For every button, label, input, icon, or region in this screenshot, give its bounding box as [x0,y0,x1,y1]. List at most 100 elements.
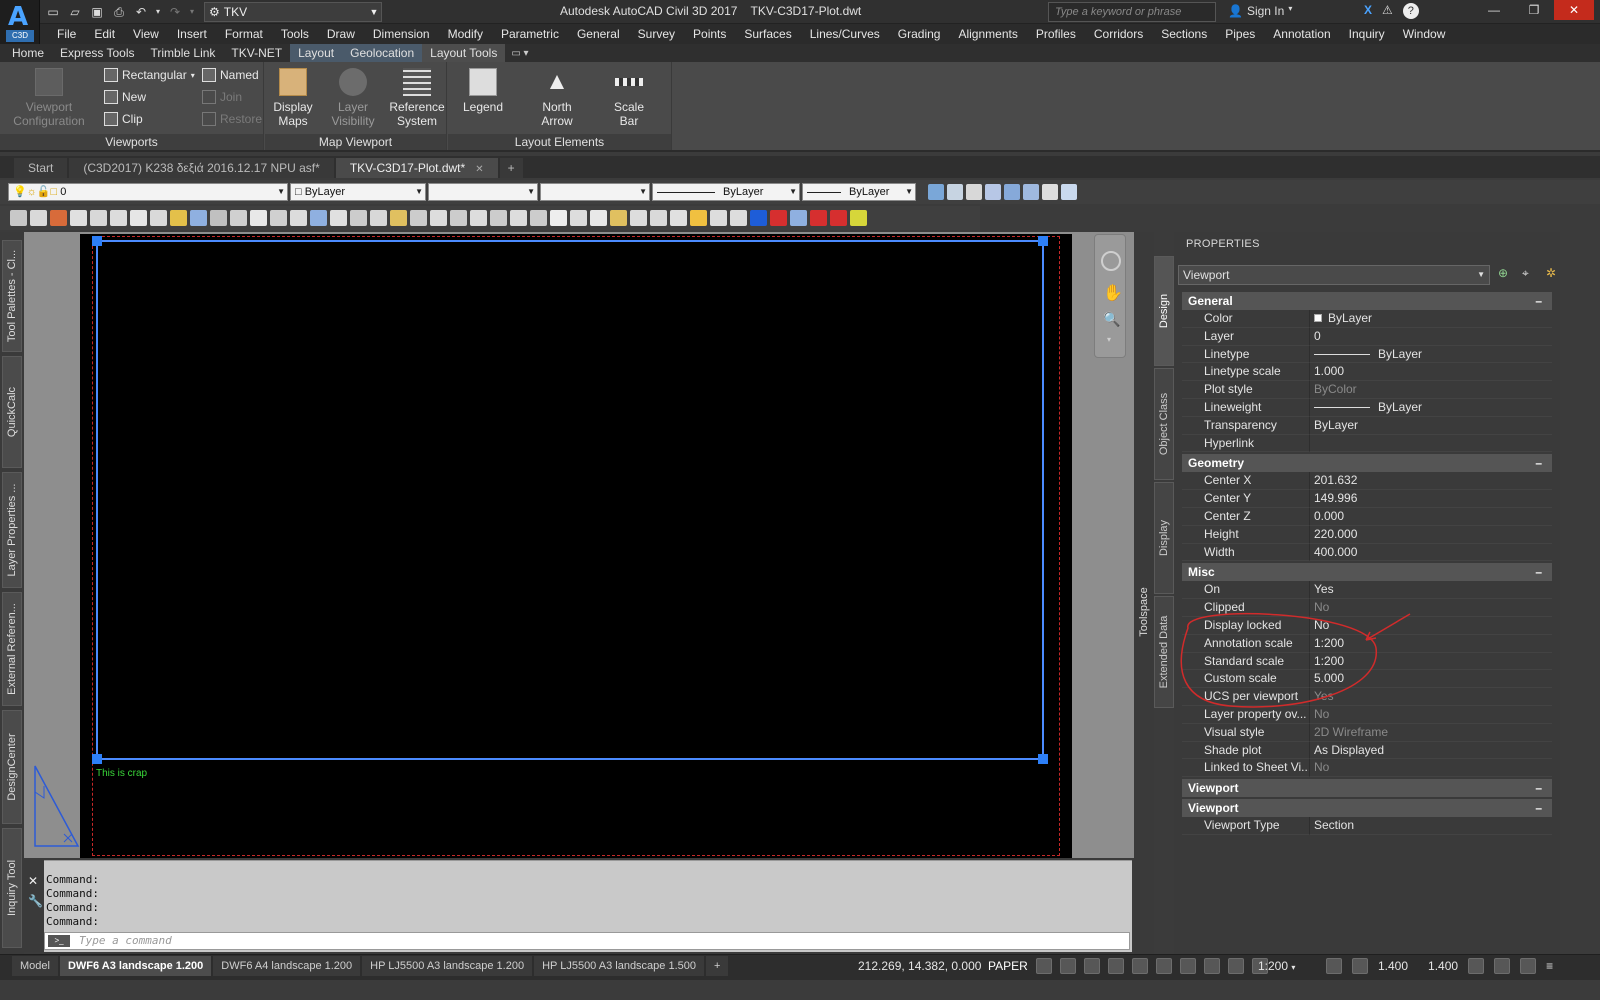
layout-tab[interactable]: HP LJ5500 A3 landscape 1.500 [534,956,704,976]
menu-item-draw[interactable]: Draw [318,27,364,41]
palette-tab-tool-palettes[interactable]: Tool Palettes - Cl... [2,240,22,352]
layer-tool-icon[interactable] [966,184,982,200]
select-objects-icon[interactable]: ⌖ [1522,266,1538,282]
draw-tool-icon[interactable] [250,210,267,226]
property-value[interactable]: ByLayer [1310,399,1552,417]
menu-item-grading[interactable]: Grading [889,27,950,41]
tab-display[interactable]: Display [1154,482,1174,594]
layer-tool-icon[interactable] [1061,184,1077,200]
draw-tool-icon[interactable] [190,210,207,226]
restore-icon[interactable]: ❐ [1514,0,1554,20]
property-row[interactable]: Plot style ByColor [1182,381,1552,399]
draw-tool-icon[interactable] [530,210,547,226]
layer-tool-icon[interactable] [1023,184,1039,200]
layer-tool-icon[interactable] [1004,184,1020,200]
menu-item-window[interactable]: Window [1394,27,1455,41]
property-row[interactable]: Height 220.000 [1182,525,1552,544]
plot-style-combo[interactable]: ▼ [428,183,538,201]
tab-object-class[interactable]: Object Class [1154,368,1174,480]
menu-item-surfaces[interactable]: Surfaces [735,27,800,41]
menu-item-tools[interactable]: Tools [272,27,318,41]
draw-tool-icon[interactable] [690,210,707,226]
property-value[interactable]: 0.000 [1310,508,1552,526]
help-icon[interactable]: ? [1402,3,1419,19]
layout-tab[interactable]: DWF6 A4 landscape 1.200 [213,956,361,976]
ribbon-tab-layout[interactable]: Layout [290,44,343,62]
menu-item-lines-curves[interactable]: Lines/Curves [801,27,889,41]
collapse-icon[interactable]: – [1535,292,1542,310]
chevron-down-icon[interactable]: ▾ [1107,335,1111,344]
new-icon[interactable]: ▭ [44,3,62,21]
property-row[interactable]: Center Z 0.000 [1182,507,1552,526]
zoom-icon[interactable]: 🔍 [1103,311,1120,328]
viewport-grip[interactable] [1038,754,1048,764]
display-maps-button[interactable]: Display Maps [269,68,317,128]
property-value[interactable]: 201.632 [1310,472,1552,491]
layer-tool-icon[interactable] [1042,184,1058,200]
layer-visibility-button[interactable]: Layer Visibility [327,68,379,128]
draw-tool-icon[interactable] [370,210,387,226]
draw-tool-icon[interactable] [270,210,287,226]
draw-tool-icon[interactable] [290,210,307,226]
property-category-geometry[interactable]: Geometry – [1182,454,1552,473]
menu-item-insert[interactable]: Insert [168,27,216,41]
layer-tool-icon[interactable] [928,184,944,200]
property-row[interactable]: Hyperlink [1182,434,1552,453]
collapse-icon[interactable]: – [1535,563,1542,581]
customize-icon[interactable]: 🔧 [28,894,43,908]
grid-toggle-icon[interactable] [1036,958,1052,974]
draw-tool-icon[interactable] [510,210,527,226]
polar-toggle-icon[interactable] [1108,958,1124,974]
viewport-grip[interactable] [92,236,102,246]
open-icon[interactable]: ▱ [66,3,84,21]
property-value[interactable]: ByLayer [1310,417,1552,435]
workspace-switcher[interactable]: ⚙ TKV ▼ [204,2,382,22]
property-category-viewport1[interactable]: Viewport – [1182,779,1552,798]
snap-toggle-icon[interactable] [1060,958,1076,974]
property-row[interactable]: Linetype ByLayer [1182,345,1552,364]
palette-tab-designcenter[interactable]: DesignCenter [2,710,22,824]
draw-tool-icon[interactable] [350,210,367,226]
redo-dropdown-icon[interactable]: ▾ [188,3,196,21]
draw-tool-icon[interactable] [810,210,827,226]
property-value[interactable]: Section [1310,817,1552,835]
draw-tool-icon[interactable] [630,210,647,226]
menu-item-annotation[interactable]: Annotation [1264,27,1339,41]
property-value[interactable]: 149.996 [1310,490,1552,508]
viewport-scale-button[interactable]: 1:200 ▾ [1258,959,1295,973]
draw-tool-icon[interactable] [410,210,427,226]
property-category-misc[interactable]: Misc – [1182,563,1552,582]
restore-viewports-button[interactable]: Restore [202,112,262,126]
pan-icon[interactable]: ✋ [1103,283,1123,303]
command-input[interactable]: Type a command [44,932,1130,950]
redo-icon[interactable]: ↷ [166,3,184,21]
palette-tab-external-references[interactable]: External Referen... [2,592,22,706]
menu-item-view[interactable]: View [124,27,168,41]
draw-tool-icon[interactable] [710,210,727,226]
command-prompt-icon[interactable]: >_ [48,935,70,947]
close-icon[interactable]: ✕ [28,874,38,888]
menu-item-parametric[interactable]: Parametric [492,27,568,41]
color-combo[interactable]: □ ByLayer ▼ [290,183,426,201]
extra-combo[interactable]: ▼ [540,183,650,201]
menu-item-format[interactable]: Format [216,27,272,41]
ribbon-minimize-icon[interactable]: ▭ ▾ [511,48,528,59]
menu-item-general[interactable]: General [568,27,629,41]
property-value[interactable]: ByColor [1310,381,1552,399]
search-input[interactable]: Type a keyword or phrase [1048,2,1216,22]
draw-tool-icon[interactable] [70,210,87,226]
draw-tool-icon[interactable] [330,210,347,226]
draw-tool-icon[interactable] [730,210,747,226]
ribbon-tab-home[interactable]: Home [4,44,52,62]
property-row[interactable]: Lineweight ByLayer [1182,398,1552,417]
property-row[interactable]: Center Y 149.996 [1182,490,1552,508]
palette-tab-inquiry-tool[interactable]: Inquiry Tool [2,828,22,948]
draw-tool-icon[interactable] [490,210,507,226]
property-value[interactable]: No [1310,759,1552,778]
menu-item-profiles[interactable]: Profiles [1027,27,1085,41]
draw-tool-icon[interactable] [790,210,807,226]
clip-viewport-button[interactable]: Clip [104,112,143,126]
draw-tool-icon[interactable] [50,210,67,226]
property-category-viewport2[interactable]: Viewport – [1182,799,1552,818]
ribbon-tab-express-tools[interactable]: Express Tools [52,44,142,62]
